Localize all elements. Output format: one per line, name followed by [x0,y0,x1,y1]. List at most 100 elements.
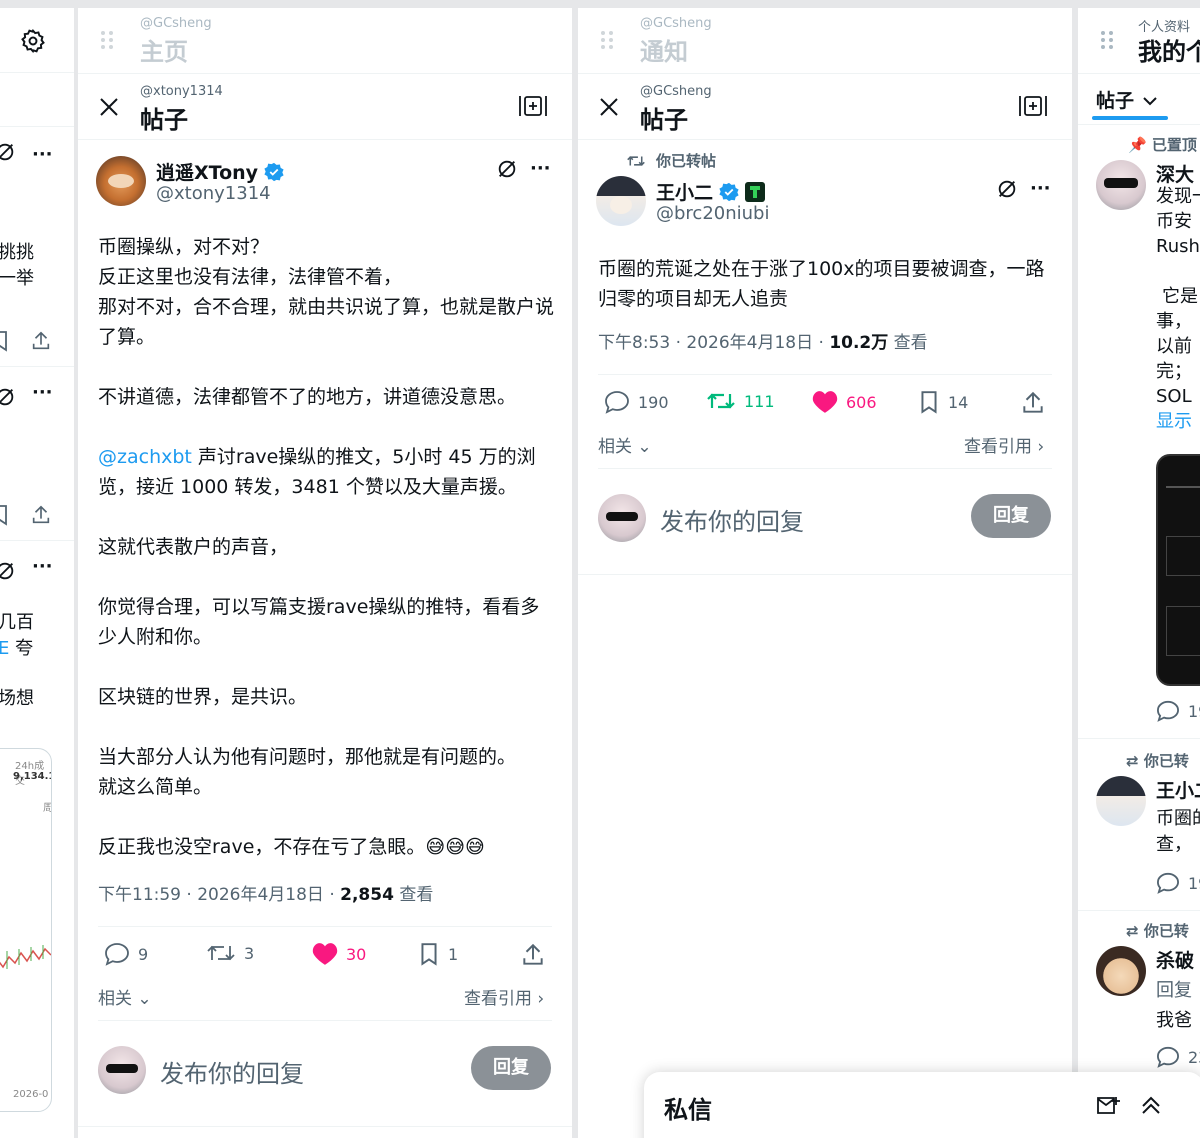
reply-action[interactable]: 9 [104,942,148,966]
more-icon[interactable]: ··· [32,144,53,165]
grok-icon[interactable] [496,158,518,180]
like-count: 606 [846,392,877,412]
more-icon[interactable]: ··· [1030,178,1051,199]
partial-text: 一举 [0,268,34,289]
drag-handle-icon[interactable] [600,30,614,50]
partial-link[interactable]: E [0,638,9,659]
more-icon[interactable]: ··· [530,158,551,179]
expand-column-icon[interactable] [518,94,548,118]
show-more-link[interactable]: 显示 [1156,409,1200,434]
grok-icon[interactable] [0,560,16,582]
retweet-icon: ⇄ [1126,752,1139,770]
author-name[interactable]: 杀破 [1156,946,1194,973]
tweet-timestamp[interactable]: 下午8:53 · 2026年4月18日 · [598,333,829,353]
view-quotes-link[interactable]: 查看引用 › [464,984,544,1009]
author-name[interactable]: 王小二 [1156,776,1200,803]
author-avatar[interactable] [1096,946,1146,996]
author-avatar[interactable] [1096,776,1146,826]
retweet-context: ⇄ 你已转 [1126,920,1189,941]
column-header: @GCsheng 通知 [578,8,1072,74]
messages-drawer[interactable]: 私信 [644,1072,1200,1138]
bookmark-action[interactable]: 14 [918,390,968,414]
tab-label: 帖子 [1096,90,1135,112]
drag-handle-icon[interactable] [100,30,114,50]
tweet-meta: 下午8:53 · 2026年4月18日 · 10.2万 查看 [598,328,928,353]
reply-action[interactable]: 23 [1156,1046,1200,1068]
author-handle[interactable]: @xtony1314 [156,183,271,204]
text-line: 币圈的 [1156,808,1200,829]
author-avatar[interactable] [96,156,146,206]
retweet-icon [626,154,646,168]
reply-input[interactable]: 发布你的回复 [660,502,804,537]
share-icon[interactable] [30,504,52,526]
retweet-context: 你已转帖 [626,150,716,171]
bookmark-icon[interactable] [0,504,10,526]
partial-text: 夸 [9,638,34,659]
text-line: SOL [1156,386,1192,407]
chevron-down-icon: ⌄ [137,989,152,1009]
author-name[interactable]: 逍遥XTony [156,158,258,185]
retweet-context-label: 你已转帖 [656,152,717,170]
author-name[interactable]: 王小二 [656,178,713,205]
column-profile: 个人资料 我的个 帖子 📌 已置顶 深大 发现一 币安 Rush 它是 事， 以… [1078,8,1200,1138]
related-dropdown[interactable]: 相关 ⌄ [98,984,152,1009]
tab-posts[interactable]: 帖子 [1096,86,1158,113]
reply-action[interactable]: 190 [604,390,669,414]
grok-icon[interactable] [0,141,16,163]
reply-input[interactable]: 发布你的回复 [160,1054,304,1089]
text-line: 查， [1156,834,1192,855]
grok-icon[interactable] [996,178,1018,200]
tweet-paragraph: 区块链的世界，是共识。 [98,686,308,708]
settings-gear-icon[interactable] [20,28,46,54]
retweet-count: 111 [744,391,775,411]
reply-count: 190 [638,392,669,412]
related-dropdown[interactable]: 相关 ⌄ [598,432,652,457]
chevron-up-icon[interactable] [1140,1094,1162,1116]
attached-screenshot[interactable] [1156,454,1200,686]
reply-button[interactable]: 回复 [971,494,1051,538]
grok-icon[interactable] [0,386,16,408]
tweet-body: 币圈操纵，对不对？ 反正这里也没有法律，法律管不着， 那对不对，合不合理，就由共… [98,232,556,862]
expand-column-icon[interactable] [1018,94,1048,118]
share-icon[interactable] [520,942,546,968]
author-name[interactable]: 深大 [1156,160,1194,187]
more-icon[interactable]: ··· [32,556,53,577]
like-action[interactable]: 30 [312,942,366,966]
share-icon[interactable] [30,330,52,352]
new-message-icon[interactable] [1096,1094,1122,1118]
tweet-paragraph: 这就代表散户的声音， [98,536,289,558]
reply-context: 回复 [1156,980,1192,1001]
author-avatar[interactable] [596,176,646,226]
reply-action[interactable]: 19 [1156,700,1200,722]
author-handle[interactable]: @brc20niubi [656,203,769,224]
chart-image[interactable]: 24h成交 9,134.1 周 2026-0 [0,748,52,1112]
tweet-paragraph: 不讲道德，法律都管不了的地方，讲道德没意思。 [98,386,517,408]
reply-action[interactable]: 19 [1156,872,1200,894]
text-line: 它是 [1162,286,1198,307]
like-action[interactable]: 606 [812,390,877,414]
text-line: 事， [1156,311,1192,332]
bookmark-action[interactable]: 1 [418,942,458,966]
drag-handle-icon[interactable] [1100,30,1114,50]
column-handle: @GCsheng [640,16,712,31]
bookmark-icon[interactable] [0,330,10,352]
close-icon[interactable] [598,96,620,118]
column-header: 个人资料 我的个 [1078,8,1200,74]
reply-button[interactable]: 回复 [471,1046,551,1090]
column-handle: @GCsheng [140,16,212,31]
mention-link[interactable]: @zachxbt [98,446,192,468]
retweet-context-label: 你已转 [1143,752,1189,770]
close-icon[interactable] [98,96,120,118]
retweet-action[interactable]: 111 [706,390,775,412]
more-icon[interactable]: ··· [32,382,53,403]
related-label: 相关 [98,989,132,1009]
view-quotes-link[interactable]: 查看引用 › [964,432,1044,457]
tweet-timestamp[interactable]: 下午11:59 · 2026年4月18日 · [98,885,340,905]
bookmark-count: 14 [948,392,969,412]
share-icon[interactable] [1020,390,1046,416]
pinned-label: 已置顶 [1151,136,1197,154]
retweet-action[interactable]: 3 [206,942,254,964]
author-avatar[interactable] [1096,160,1146,210]
tweet-paragraph: 当大部分人认为他有问题时，那他就是有问题的。 就这么简单。 [98,746,517,798]
quotes-label: 查看引用 [964,437,1032,457]
